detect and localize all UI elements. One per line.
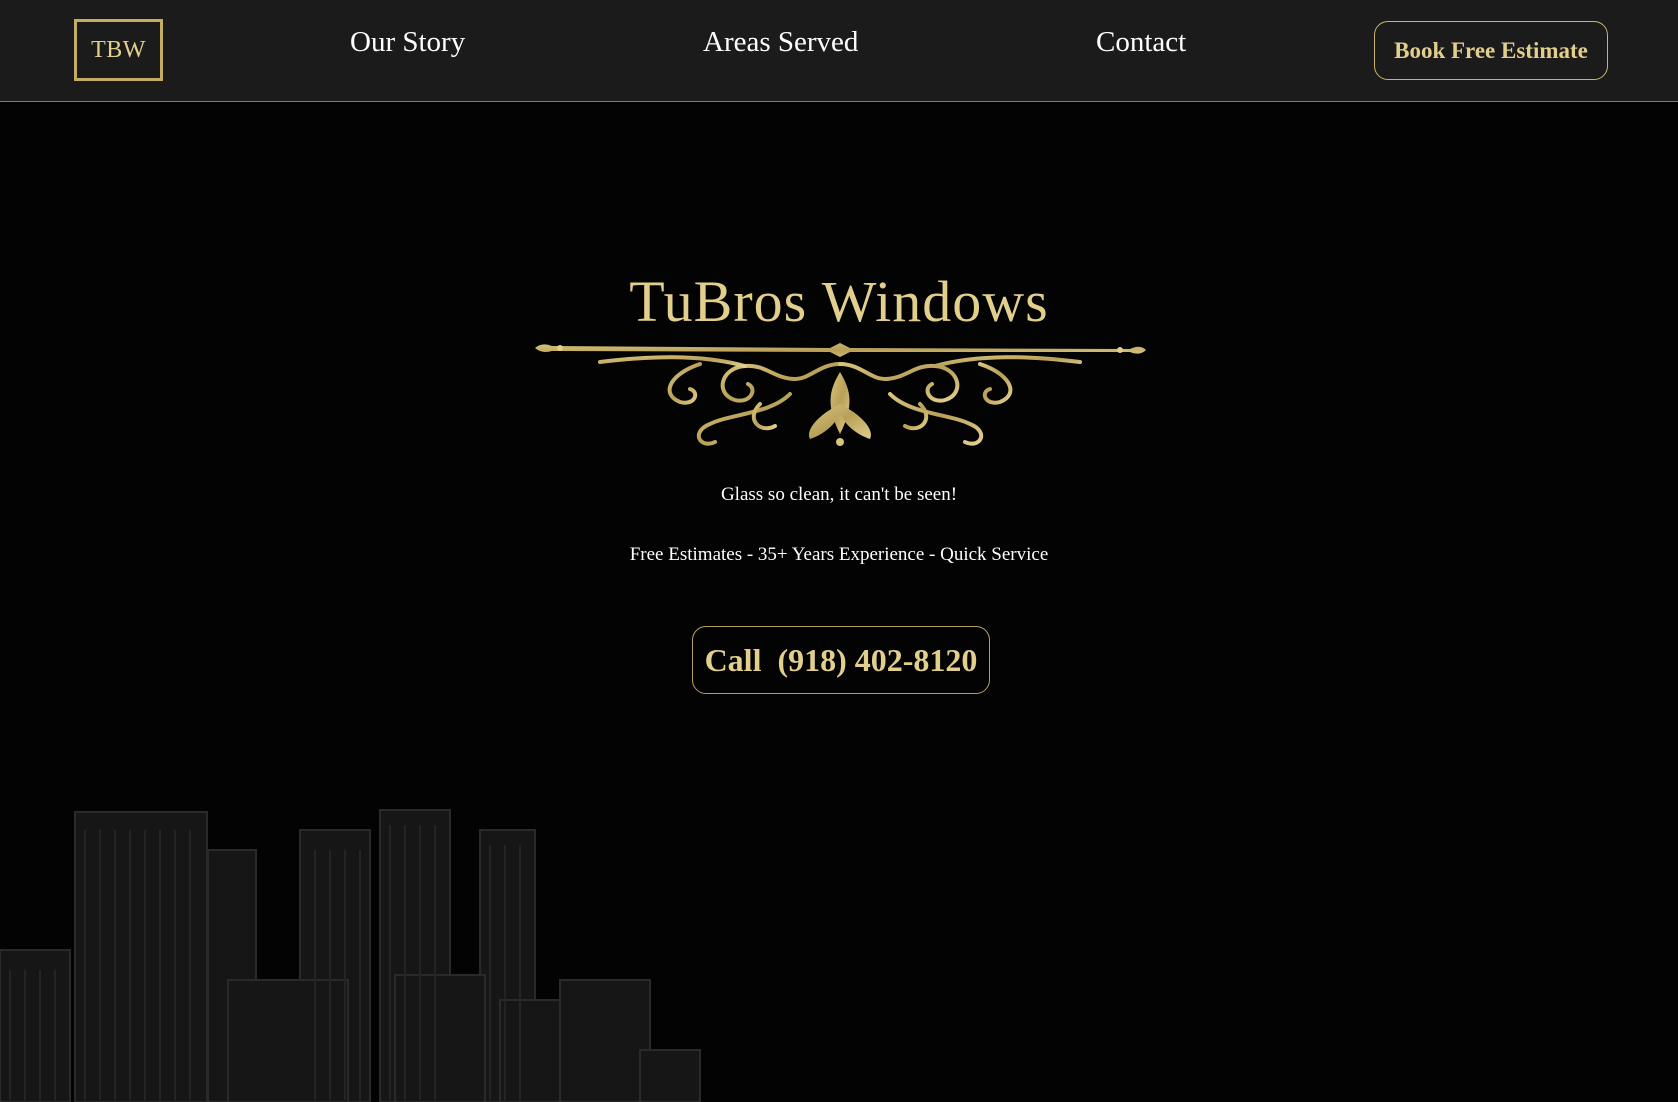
- hero-tagline: Glass so clean, it can't be seen!: [720, 484, 958, 505]
- hero-features: Free Estimates - 35+ Years Experience - …: [629, 544, 1049, 565]
- logo-home-link[interactable]: TBW: [74, 19, 163, 81]
- nav-link-our-story[interactable]: Our Story: [350, 26, 465, 59]
- hero-title: TuBros Windows: [629, 269, 1049, 334]
- top-navbar: TBW Our Story Areas Served Contact Book …: [0, 0, 1678, 102]
- logo-text: TBW: [91, 36, 146, 63]
- nav-link-areas-served[interactable]: Areas Served: [703, 26, 858, 59]
- call-phone-button[interactable]: Call (918) 402-8120: [692, 626, 990, 694]
- city-skyline-illustration: [0, 809, 701, 1102]
- book-free-estimate-button[interactable]: Book Free Estimate: [1374, 21, 1608, 80]
- nav-link-contact[interactable]: Contact: [1096, 26, 1186, 59]
- page: TBW Our Story Areas Served Contact Book …: [0, 0, 1678, 1102]
- decorative-flourish-icon: [535, 343, 1146, 446]
